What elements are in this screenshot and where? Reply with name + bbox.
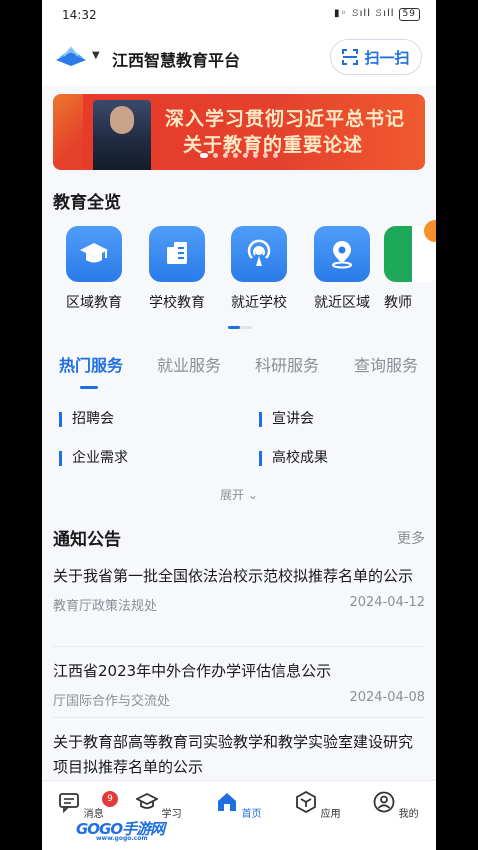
overview-item-school-education[interactable]: 学校教育 bbox=[137, 226, 217, 312]
carousel-dot[interactable] bbox=[233, 153, 238, 158]
banner-headline-1: 深入学习贯彻习近平总书记 bbox=[165, 108, 406, 130]
tabbar-label: 首页 bbox=[241, 809, 262, 820]
more-link[interactable]: 更多 bbox=[397, 528, 425, 548]
battery-icon: 59 bbox=[398, 8, 420, 21]
service-item-presentation[interactable]: 宣讲会 bbox=[259, 412, 314, 427]
home-icon bbox=[218, 793, 237, 811]
tabbar-item-profile[interactable]: 我的 bbox=[366, 791, 426, 820]
overview-item-teacher[interactable]: 教师 bbox=[384, 220, 436, 312]
service-item-enterprise-demand[interactable]: 企业需求 bbox=[59, 451, 128, 466]
overview-item-label: 就近学校 bbox=[231, 295, 287, 311]
tabbar-item-messages[interactable]: 消息 9 bbox=[51, 791, 118, 820]
status-icons: ▮◦ 𝚂ıll 𝚂ıll 59 bbox=[334, 8, 420, 21]
overview-item-nearby-school[interactable]: 就近学校 bbox=[219, 226, 299, 312]
unread-badge: 9 bbox=[102, 791, 118, 807]
user-icon bbox=[374, 791, 395, 813]
expand-button[interactable]: 展开 ⌄ bbox=[42, 486, 436, 503]
tabbar-label: 应用 bbox=[320, 809, 341, 820]
scan-button[interactable]: 扫一扫 bbox=[330, 39, 422, 75]
tabbar-item-apps[interactable]: 应用 bbox=[288, 790, 348, 820]
teacher-icon bbox=[384, 220, 436, 282]
tab-hot-services[interactable]: 热门服务 bbox=[59, 352, 123, 376]
overview-item-nearby-area[interactable]: 就近区域 bbox=[302, 226, 382, 312]
tabbar-item-home[interactable]: 首页 bbox=[209, 791, 269, 820]
app-header: ▼ 江西智慧教育平台 扫一扫 bbox=[42, 32, 436, 86]
active-tab-indicator bbox=[80, 386, 98, 389]
notice-title: 江西省2023年中外合作办学评估信息公示 bbox=[53, 662, 332, 680]
phone-screen: 14:32 ▮◦ 𝚂ıll 𝚂ıll 59 ▼ 江西智慧教育平台 扫一扫 深入学习… bbox=[42, 0, 436, 850]
watermark-logo: GOGO手游网 www.gogo.com bbox=[74, 818, 167, 842]
tabbar-label: 我的 bbox=[398, 809, 419, 820]
app-title: 江西智慧教育平台 bbox=[112, 51, 241, 70]
notice-section-title: 通知公告 bbox=[53, 530, 121, 550]
scan-label: 扫一扫 bbox=[364, 48, 410, 67]
overview-page-indicator bbox=[228, 326, 252, 329]
service-item-university-results[interactable]: 高校成果 bbox=[259, 451, 328, 466]
carousel-dot[interactable] bbox=[213, 153, 218, 158]
chat-icon bbox=[59, 793, 80, 814]
tab-query-services[interactable]: 查询服务 bbox=[354, 352, 418, 376]
chevron-down-icon: ⌄ bbox=[247, 488, 258, 502]
tab-research-services[interactable]: 科研服务 bbox=[255, 352, 319, 376]
status-bar: 14:32 ▮◦ 𝚂ıll 𝚂ıll 59 bbox=[42, 0, 436, 32]
carousel-dot[interactable] bbox=[243, 153, 248, 158]
overview-title: 教育全览 bbox=[53, 193, 121, 213]
status-time: 14:32 bbox=[62, 8, 97, 22]
broadcast-icon bbox=[231, 226, 287, 282]
notice-source: 厅国际合作与交流处 bbox=[53, 694, 171, 709]
notice-date: 2024-04-08 bbox=[349, 690, 425, 705]
location-pin-icon bbox=[314, 226, 370, 282]
platform-logo-icon[interactable] bbox=[54, 46, 88, 68]
overview-item-label: 就近区域 bbox=[314, 295, 370, 311]
notice-title: 关于我省第一批全国依法治校示范校拟推荐名单的公示 bbox=[53, 567, 414, 585]
carousel-dot[interactable] bbox=[263, 153, 268, 158]
chevron-down-icon[interactable]: ▼ bbox=[92, 50, 100, 61]
graduation-cap-icon bbox=[66, 226, 122, 282]
overview-item-label: 区域教育 bbox=[66, 295, 122, 311]
graduation-cap-icon bbox=[135, 792, 160, 809]
promo-banner[interactable]: 深入学习贯彻习近平总书记 关于教育的重要论述 bbox=[53, 94, 425, 170]
service-item-job-fair[interactable]: 招聘会 bbox=[59, 412, 114, 427]
scan-icon bbox=[342, 49, 359, 65]
notice-source: 教育厅政策法规处 bbox=[53, 599, 158, 614]
expand-label: 展开 bbox=[220, 488, 245, 502]
carousel-dot[interactable] bbox=[273, 153, 278, 158]
carousel-dot[interactable] bbox=[223, 153, 228, 158]
tab-employment-services[interactable]: 就业服务 bbox=[157, 352, 221, 376]
notice-item[interactable]: 江西省2023年中外合作办学评估信息公示 厅国际合作与交流处 2024-04-08 bbox=[53, 659, 425, 718]
service-tabs: 热门服务 就业服务 科研服务 查询服务 bbox=[42, 352, 436, 392]
cube-icon bbox=[296, 790, 317, 814]
carousel-dots bbox=[53, 143, 425, 162]
carousel-dot[interactable] bbox=[200, 153, 208, 158]
overview-item-label: 教师 bbox=[384, 295, 412, 311]
overview-grid: 区域教育 学校教育 就近学校 就近区域 教师 bbox=[42, 220, 436, 316]
carousel-dot[interactable] bbox=[253, 153, 258, 158]
overview-item-regional-education[interactable]: 区域教育 bbox=[54, 226, 134, 312]
building-icon bbox=[149, 226, 205, 282]
notice-item[interactable]: 关于教育部高等教育司实验教学和教学实验室建设研究项目拟推荐名单的公示 bbox=[53, 730, 425, 780]
overview-item-label: 学校教育 bbox=[149, 295, 205, 311]
tabbar-item-learning[interactable]: 学习 bbox=[129, 791, 189, 820]
notice-title: 关于教育部高等教育司实验教学和教学实验室建设研究项目拟推荐名单的公示 bbox=[53, 733, 414, 776]
notice-item[interactable]: 关于我省第一批全国依法治校示范校拟推荐名单的公示 教育厅政策法规处 2024-04… bbox=[53, 564, 425, 647]
notice-date: 2024-04-12 bbox=[349, 595, 425, 610]
